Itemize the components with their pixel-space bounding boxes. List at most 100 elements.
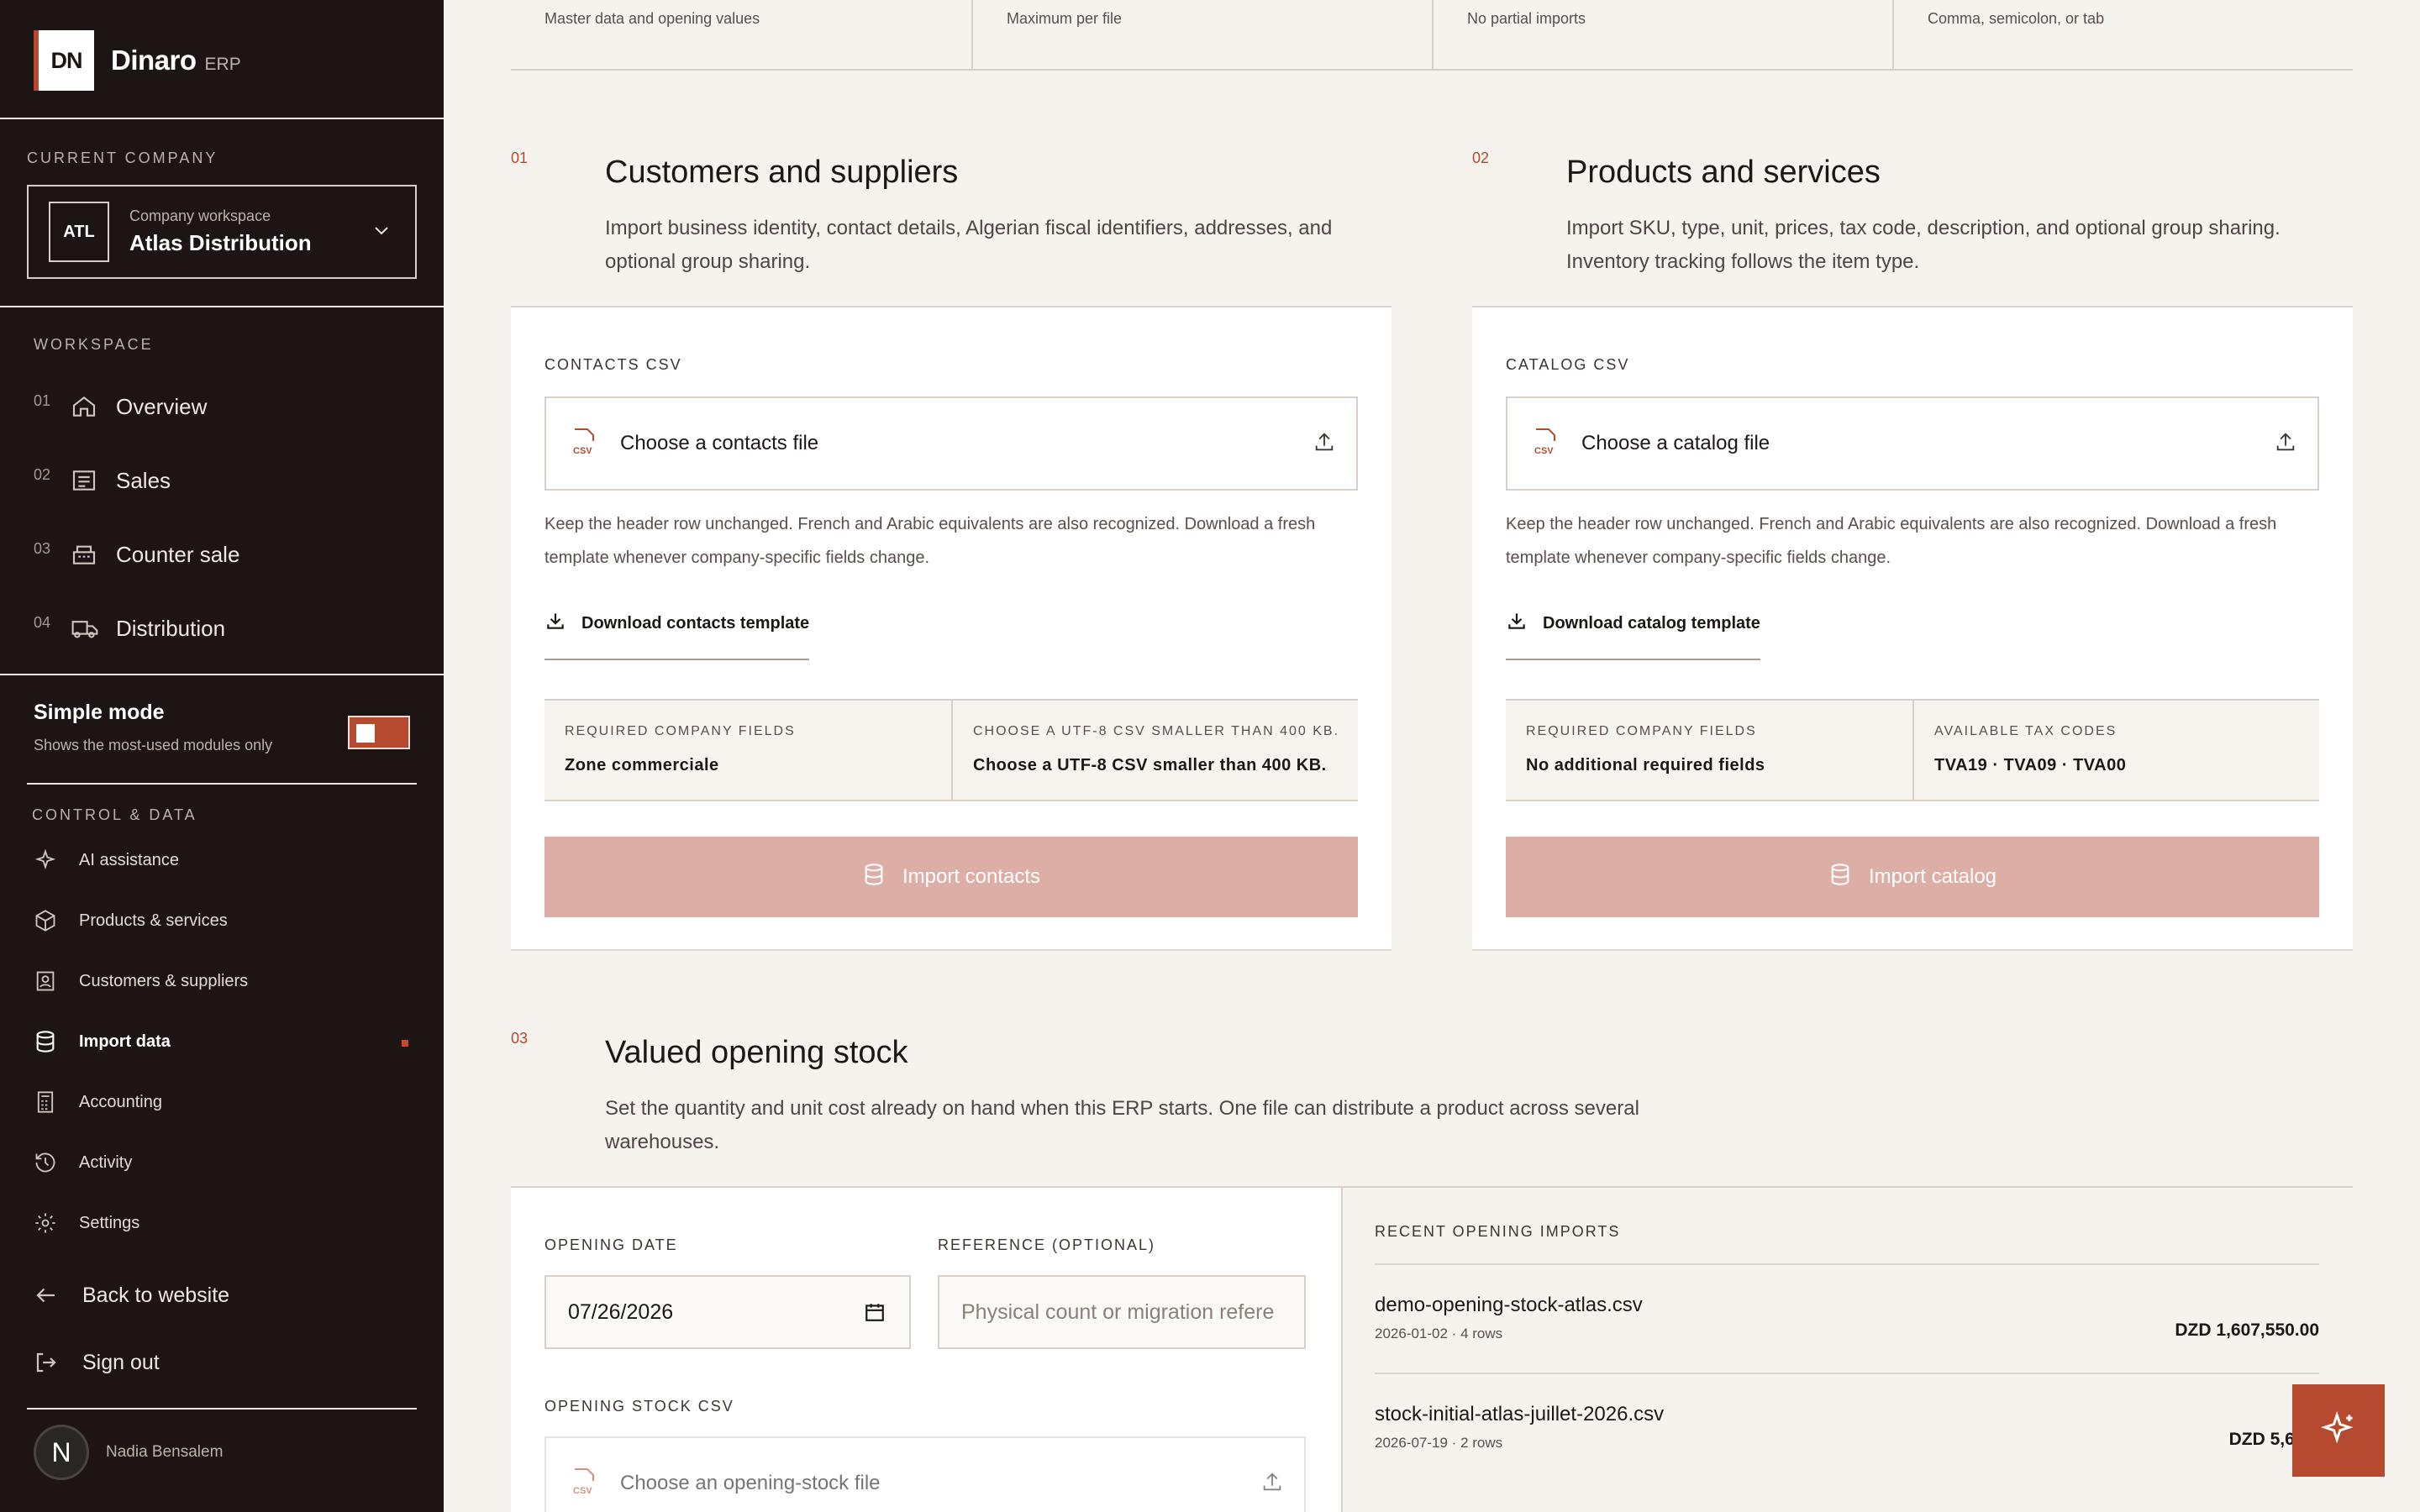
file-placeholder: Choose an opening-stock file (620, 1472, 881, 1494)
brand[interactable]: DN Dinaro ERP (34, 30, 241, 91)
company-name: Atlas Distribution (129, 230, 312, 255)
info-value: Zone commerciale (565, 756, 719, 774)
card-label: CATALOG CSV (1506, 356, 1630, 373)
nav-item-overview[interactable]: 01 Overview (34, 390, 207, 423)
download-catalog-template[interactable]: Download catalog template (1506, 610, 1760, 660)
nav-number: 03 (34, 539, 51, 557)
list-item[interactable]: demo-opening-stock-atlas.csv 2026-01-02 … (1375, 1263, 2319, 1373)
sidebar-item-settings[interactable]: Settings (34, 1208, 139, 1238)
back-label: Back to website (82, 1283, 230, 1307)
recent-imports-label: RECENT OPENING IMPORTS (1375, 1223, 1621, 1240)
nav-item-distribution[interactable]: 04 Distribution (34, 612, 225, 645)
sidebar-item-activity[interactable]: Activity (34, 1147, 132, 1178)
card-label: CONTACTS CSV (544, 356, 682, 373)
database-icon (1828, 863, 1852, 892)
calculator-icon (34, 1085, 79, 1119)
sidebar: DN Dinaro ERP CURRENT COMPANY ATL Compan… (0, 0, 444, 1512)
nav-item-sales[interactable]: 02 Sales (34, 464, 171, 497)
nav-label: Distribution (116, 615, 226, 641)
csv-file-icon: CSV (1533, 428, 1558, 460)
back-to-website-link[interactable]: Back to website (34, 1278, 229, 1312)
sidebar-item-label: Settings (79, 1213, 140, 1232)
sidebar-item-label: Activity (79, 1152, 133, 1172)
calendar-icon[interactable] (864, 1300, 886, 1330)
nav-label: Overview (116, 393, 208, 419)
date-value: 07/26/2026 (568, 1299, 674, 1324)
section-description: Set the quantity and unit cost already o… (605, 1097, 1639, 1153)
reference-input[interactable]: Physical count or migration refere (938, 1275, 1306, 1349)
catalog-info: REQUIRED COMPANY FIELDS No additional re… (1506, 699, 2319, 801)
section-title: Customers and suppliers (605, 155, 959, 190)
sign-out-button[interactable]: Sign out (34, 1346, 160, 1379)
receipt-icon (71, 464, 108, 497)
strip-cell: Master data and opening values (544, 10, 760, 27)
import-catalog-button[interactable]: Import catalog (1506, 837, 2319, 917)
upload-icon (1260, 1470, 1284, 1498)
avatar: N (34, 1425, 89, 1480)
section-title: Products and services (1566, 155, 1881, 190)
sidebar-item-products[interactable]: Products & services (34, 906, 228, 936)
opening-date-input[interactable]: 07/26/2026 (544, 1275, 911, 1349)
toggle-knob (356, 724, 375, 743)
simple-mode-title: Simple mode (34, 701, 165, 724)
database-icon (34, 1025, 79, 1058)
opening-stock-file-input[interactable]: CSV Choose an opening-stock file (544, 1436, 1306, 1512)
import-amount: DZD 1,607,550.00 (2175, 1320, 2319, 1340)
brand-suffix: ERP (204, 55, 241, 74)
sidebar-item-label: Import data (79, 1032, 171, 1051)
download-label: Download contacts template (581, 613, 810, 633)
brand-logo: DN (34, 30, 94, 91)
import-file-name: demo-opening-stock-atlas.csv (1375, 1294, 1643, 1316)
info-value: TVA19 · TVA09 · TVA00 (1934, 756, 2127, 774)
arrow-left-icon (34, 1278, 82, 1312)
upload-icon (2274, 430, 2297, 458)
company-switcher[interactable]: ATL Company workspace Atlas Distribution (27, 185, 417, 279)
csv-file-icon: CSV (571, 428, 597, 460)
sidebar-item-import-data[interactable]: Import data (34, 1026, 171, 1057)
sidebar-item-label: AI assistance (79, 850, 179, 869)
button-label: Import catalog (1868, 865, 1997, 888)
info-label: REQUIRED COMPANY FIELDS (565, 724, 796, 738)
import-contacts-button[interactable]: Import contacts (544, 837, 1358, 917)
download-icon (1506, 610, 1528, 637)
file-placeholder: Choose a catalog file (1581, 432, 1770, 454)
sidebar-item-accounting[interactable]: Accounting (34, 1087, 162, 1117)
button-label: Import contacts (902, 865, 1041, 888)
catalog-file-input[interactable]: CSV Choose a catalog file (1506, 396, 2319, 491)
list-item[interactable]: stock-initial-atlas-juillet-2026.csv 202… (1375, 1373, 2319, 1482)
import-rules-strip: Master data and opening values Maximum p… (511, 0, 2353, 71)
download-contacts-template[interactable]: Download contacts template (544, 610, 810, 660)
sidebar-item-ai-assistance[interactable]: AI assistance (34, 845, 179, 875)
sidebar-item-label: Customers & suppliers (79, 971, 249, 990)
import-meta: 2026-01-02 · 4 rows (1375, 1326, 1503, 1341)
opening-stock-csv-label: OPENING STOCK CSV (544, 1398, 734, 1415)
section-description: Import business identity, contact detail… (605, 217, 1333, 273)
company-badge: ATL (49, 202, 109, 262)
info-label: REQUIRED COMPANY FIELDS (1526, 724, 1757, 738)
section-number: 02 (1472, 150, 1490, 166)
nav-number: 02 (34, 465, 51, 483)
contacts-file-input[interactable]: CSV Choose a contacts file (544, 396, 1358, 491)
nav-item-counter-sale[interactable]: 03 Counter sale (34, 538, 239, 571)
upload-icon (1313, 430, 1336, 458)
contact-icon (34, 964, 79, 998)
ai-assistant-button[interactable] (2292, 1384, 2385, 1477)
svg-text:CSV: CSV (1534, 446, 1554, 456)
simple-mode-toggle[interactable] (348, 716, 410, 749)
chevron-down-icon (371, 220, 392, 244)
user-name: Nadia Bensalem (106, 1443, 224, 1461)
strip-cell: Maximum per file (971, 0, 1432, 69)
section-description: Import SKU, type, unit, prices, tax code… (1566, 217, 2281, 273)
gear-icon (34, 1206, 79, 1240)
info-cell: CHOOSE A UTF-8 CSV SMALLER THAN 400 KB. … (951, 701, 1358, 800)
sidebar-item-label: Products & services (79, 911, 228, 930)
simple-mode-subtitle: Shows the most-used modules only (34, 737, 273, 753)
user-profile[interactable]: N Nadia Bensalem (34, 1425, 223, 1480)
divider (27, 1408, 417, 1410)
info-label: AVAILABLE TAX CODES (1934, 724, 2118, 738)
svg-text:CSV: CSV (573, 1486, 592, 1496)
sidebar-item-customers[interactable]: Customers & suppliers (34, 966, 248, 996)
file-placeholder: Choose a contacts file (620, 432, 819, 454)
csv-hint: Keep the header row unchanged. French an… (544, 515, 1316, 567)
section-number: 03 (511, 1030, 529, 1047)
